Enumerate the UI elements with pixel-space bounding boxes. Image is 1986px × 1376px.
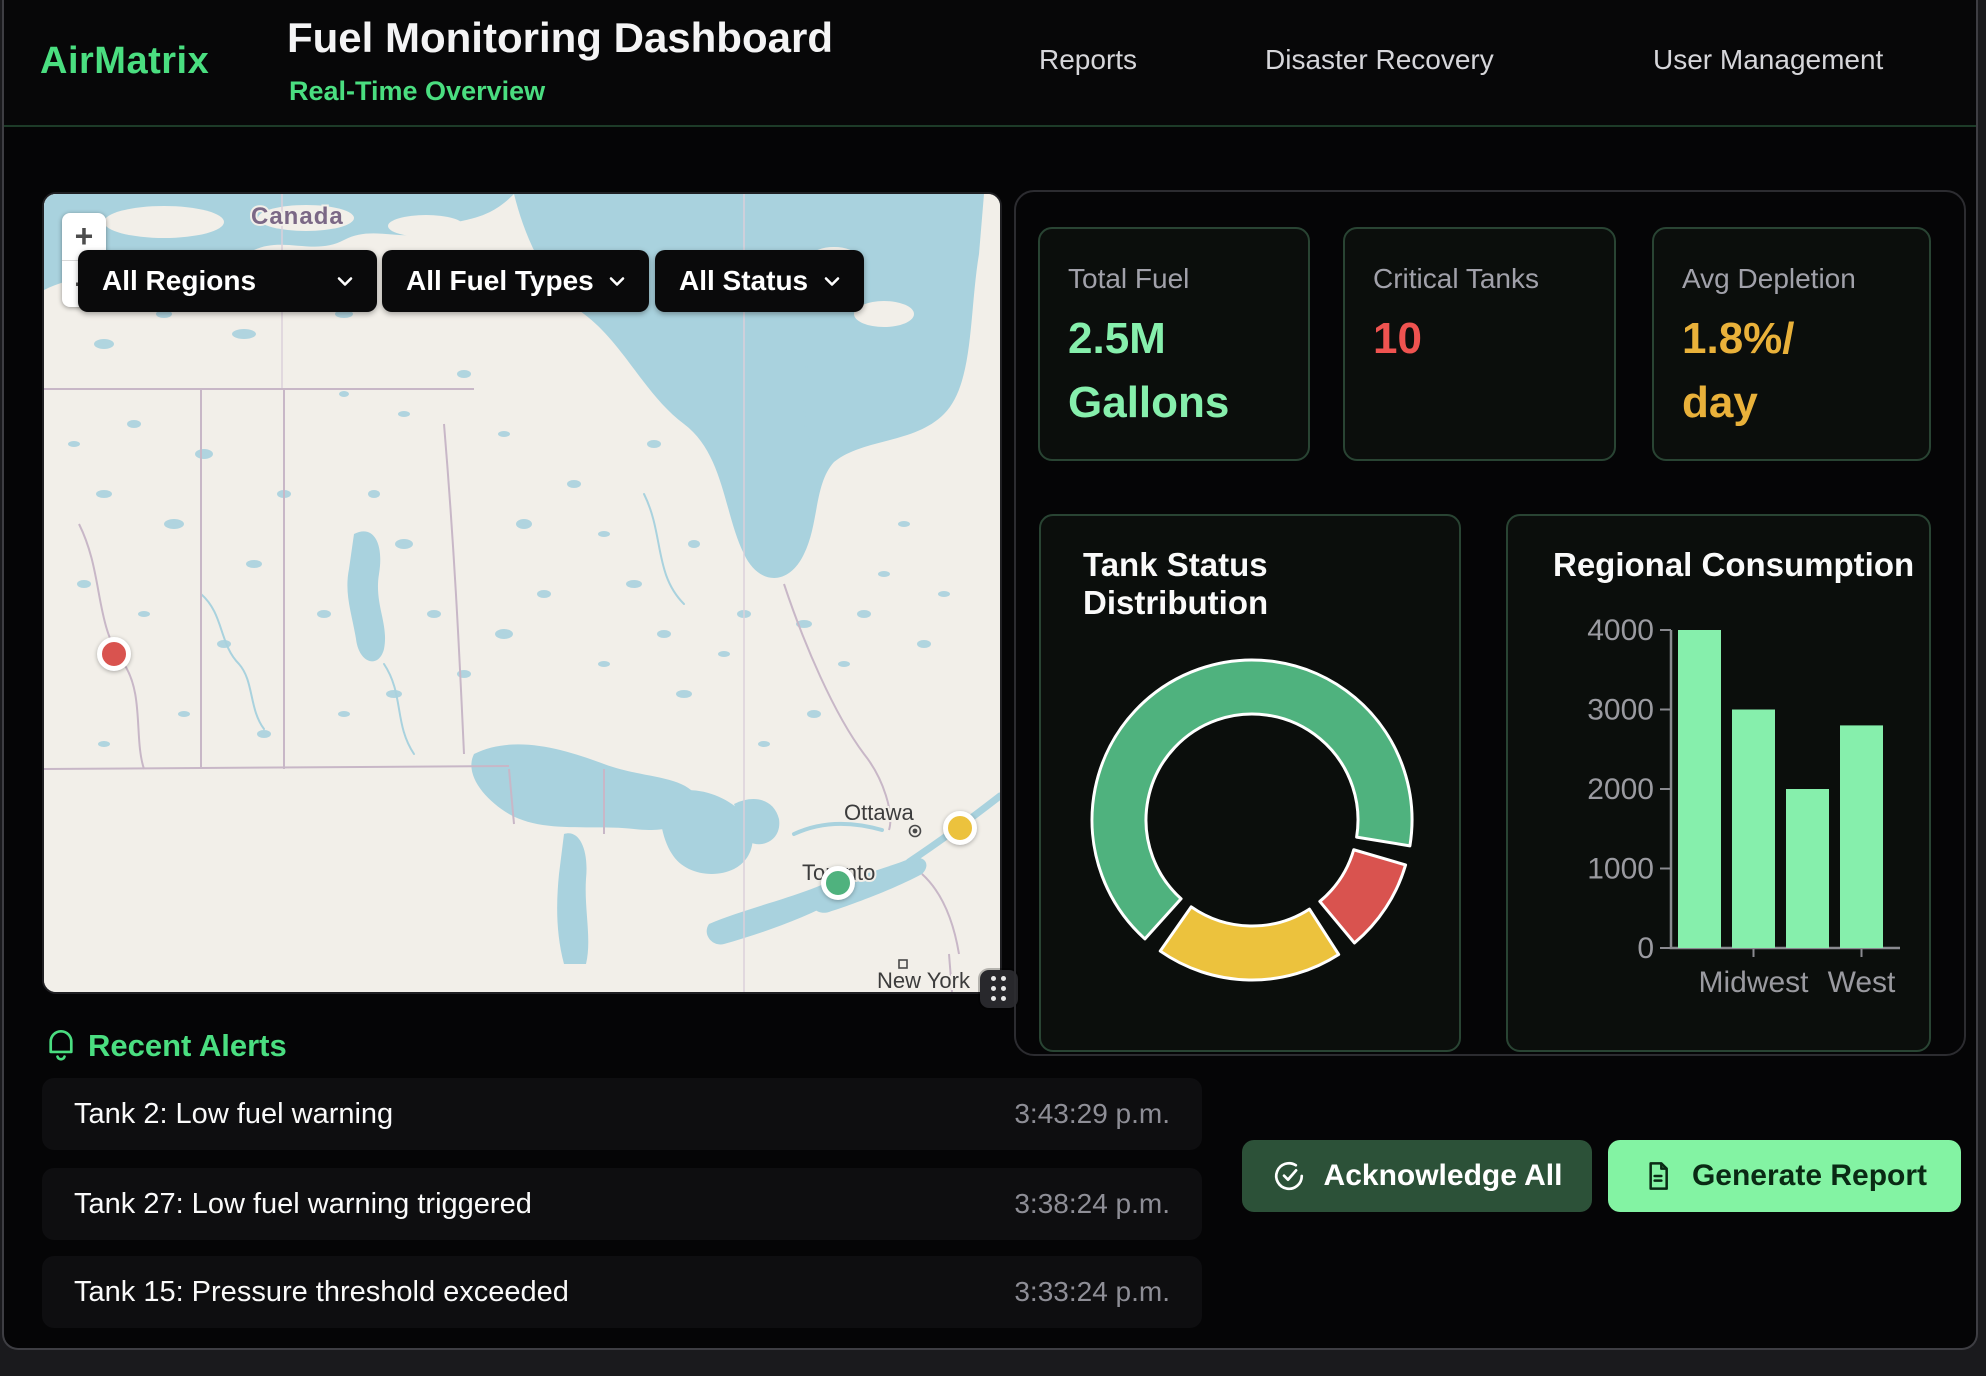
stat-card-total-fuel: Total Fuel 2.5M Gallons bbox=[1038, 227, 1310, 461]
filter-status-dropdown[interactable]: All Status bbox=[655, 250, 864, 312]
brand-logo: AirMatrix bbox=[40, 40, 209, 83]
nav-disaster-recovery[interactable]: Disaster Recovery bbox=[1265, 44, 1494, 76]
stat-value: 10 bbox=[1373, 307, 1586, 371]
alert-row: Tank 2: Low fuel warning 3:43:29 p.m. bbox=[42, 1078, 1202, 1150]
generate-report-button[interactable]: Generate Report bbox=[1608, 1140, 1961, 1212]
filter-regions-label: All Regions bbox=[102, 265, 256, 297]
bar-0 bbox=[1678, 630, 1721, 948]
map-resize-handle[interactable] bbox=[980, 970, 1018, 1008]
map-canvas[interactable]: Canada Toronto Ottawa New York bbox=[44, 194, 1000, 992]
filter-fuel-types-dropdown[interactable]: All Fuel Types bbox=[382, 250, 649, 312]
filter-regions-dropdown[interactable]: All Regions bbox=[78, 250, 377, 312]
map-label-country: Canada bbox=[251, 203, 344, 230]
generate-report-label: Generate Report bbox=[1692, 1159, 1927, 1193]
bar-1 bbox=[1732, 710, 1775, 949]
filter-status-label: All Status bbox=[679, 265, 808, 297]
bar-chart-ytick: 4000 bbox=[1587, 614, 1654, 647]
chevron-down-icon bbox=[820, 269, 844, 293]
stat-card-critical-tanks: Critical Tanks 10 bbox=[1343, 227, 1616, 461]
map-marker-warning[interactable] bbox=[943, 811, 977, 845]
bar-chart-xlabel: West bbox=[1828, 966, 1896, 999]
bar-2 bbox=[1786, 789, 1829, 948]
alert-timestamp: 3:33:24 p.m. bbox=[1014, 1276, 1170, 1308]
acknowledge-all-label: Acknowledge All bbox=[1324, 1159, 1563, 1193]
map-label-city-new-york: New York bbox=[877, 968, 971, 992]
bar-chart-ytick: 0 bbox=[1637, 932, 1654, 965]
bar-chart-xlabel: Midwest bbox=[1698, 966, 1809, 999]
app-header: AirMatrix Fuel Monitoring Dashboard Real… bbox=[4, 0, 1976, 127]
donut-chart-card: Tank Status Distribution bbox=[1039, 514, 1461, 1052]
donut-segment-critical bbox=[1320, 850, 1406, 943]
stat-value: 2.5M Gallons bbox=[1068, 307, 1248, 435]
charts-panel: Total Fuel 2.5M Gallons Critical Tanks 1… bbox=[1014, 190, 1966, 1056]
stat-value: 1.8%/day bbox=[1682, 307, 1817, 435]
check-circle-icon bbox=[1272, 1159, 1306, 1193]
nav-reports[interactable]: Reports bbox=[1039, 44, 1137, 76]
bar-3 bbox=[1840, 725, 1883, 948]
bar-chart-ytick: 3000 bbox=[1587, 694, 1654, 727]
map-label-city-ottawa: Ottawa bbox=[844, 800, 914, 825]
alert-message: Tank 2: Low fuel warning bbox=[74, 1098, 393, 1131]
filter-fuel-types-label: All Fuel Types bbox=[406, 265, 594, 297]
acknowledge-all-button[interactable]: Acknowledge All bbox=[1242, 1140, 1592, 1212]
alert-row: Tank 27: Low fuel warning triggered 3:38… bbox=[42, 1168, 1202, 1240]
alert-message: Tank 15: Pressure threshold exceeded bbox=[74, 1276, 569, 1309]
bar-chart-card: Regional Consumption 01000200030004000Mi… bbox=[1506, 514, 1931, 1052]
app-window: AirMatrix Fuel Monitoring Dashboard Real… bbox=[2, 0, 1978, 1350]
map-marker-normal[interactable] bbox=[821, 866, 855, 900]
alert-timestamp: 3:43:29 p.m. bbox=[1014, 1098, 1170, 1130]
regional-consumption-bar-chart: 0 1000 2000 3000 4000 Midwest West bbox=[1508, 516, 1933, 1054]
alert-row: Tank 15: Pressure threshold exceeded 3:3… bbox=[42, 1256, 1202, 1328]
map-marker-critical[interactable] bbox=[97, 637, 131, 671]
document-icon bbox=[1642, 1160, 1674, 1192]
page-title: Fuel Monitoring Dashboard bbox=[287, 14, 833, 62]
bar-chart-ytick: 2000 bbox=[1587, 773, 1654, 806]
nav-user-management[interactable]: User Management bbox=[1653, 44, 1883, 76]
stat-label: Avg Depletion bbox=[1682, 263, 1901, 295]
tank-status-donut-chart bbox=[1041, 602, 1463, 1042]
chevron-down-icon bbox=[605, 269, 629, 293]
alert-timestamp: 3:38:24 p.m. bbox=[1014, 1188, 1170, 1220]
page-subtitle: Real-Time Overview bbox=[289, 76, 545, 107]
page-background: AirMatrix Fuel Monitoring Dashboard Real… bbox=[0, 0, 1986, 1376]
alert-message: Tank 27: Low fuel warning triggered bbox=[74, 1188, 532, 1221]
stat-label: Critical Tanks bbox=[1373, 263, 1586, 295]
alerts-heading: Recent Alerts bbox=[88, 1028, 287, 1064]
stat-label: Total Fuel bbox=[1068, 263, 1280, 295]
chevron-down-icon bbox=[333, 269, 357, 293]
donut-segment-warning bbox=[1160, 907, 1338, 980]
map-panel[interactable]: Canada Toronto Ottawa New York + − All R… bbox=[42, 192, 1002, 994]
bell-icon bbox=[42, 1024, 80, 1064]
stat-card-avg-depletion: Avg Depletion 1.8%/day bbox=[1652, 227, 1931, 461]
bar-chart-ytick: 1000 bbox=[1587, 853, 1654, 886]
